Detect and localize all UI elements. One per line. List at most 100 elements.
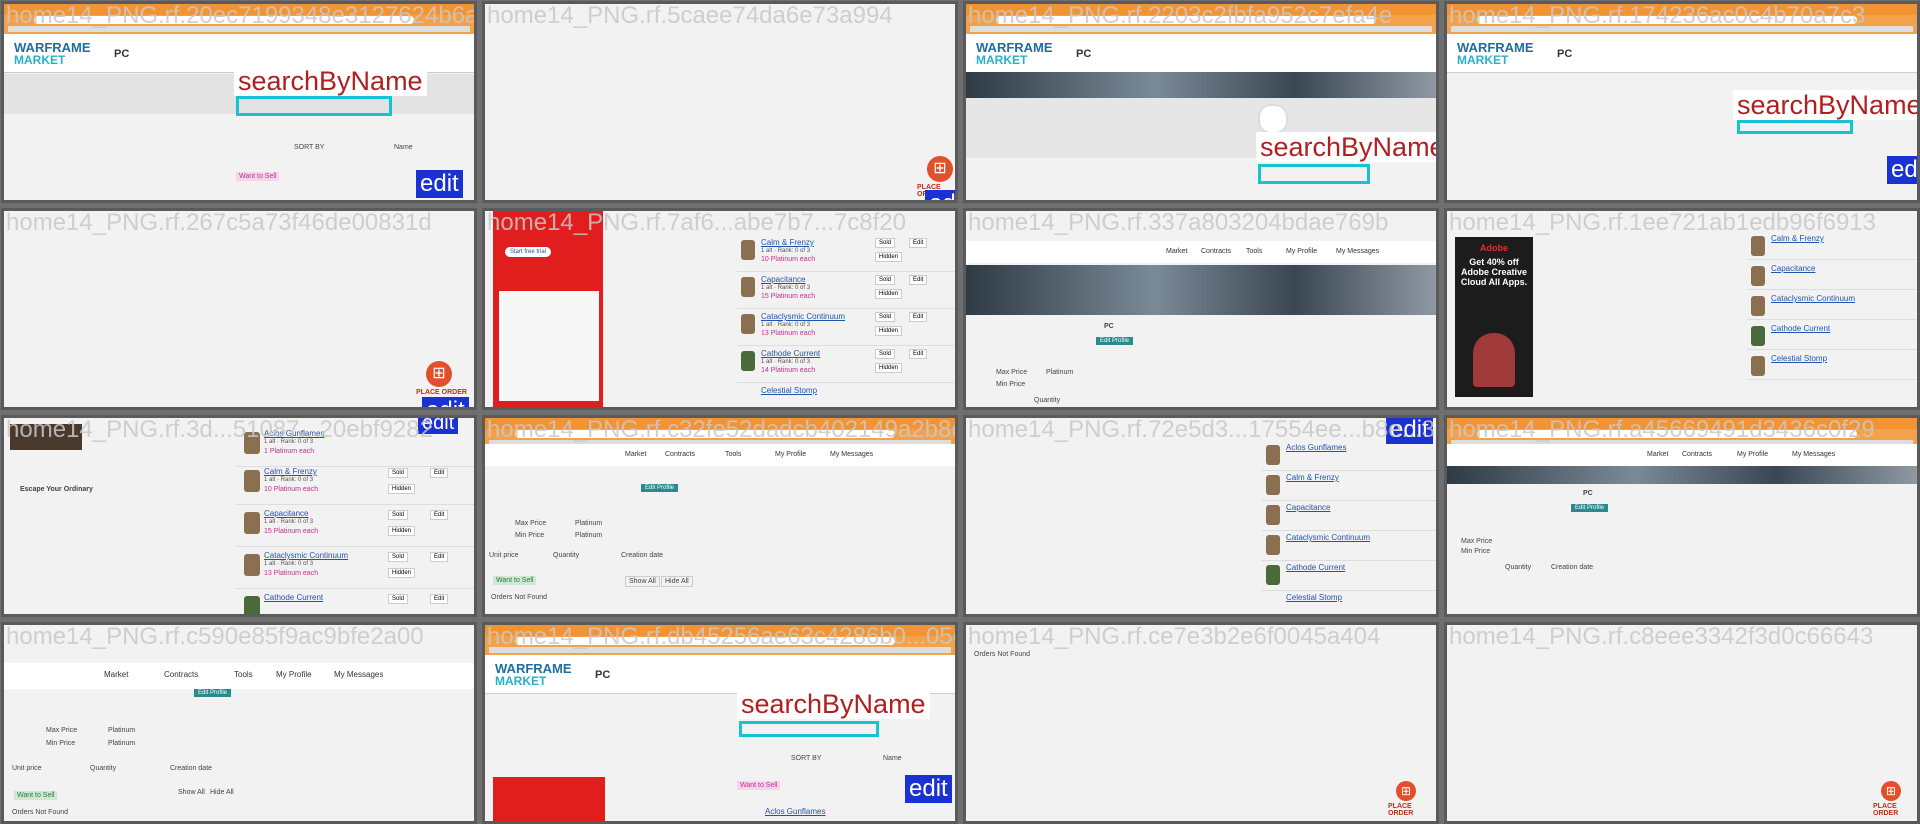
nav-my-profile[interactable]: My Profile — [1286, 248, 1317, 255]
list-item: Cathode Current — [1747, 321, 1917, 350]
sold-button[interactable]: Sold — [388, 552, 409, 562]
warframe-market-logo[interactable]: WARFRAME MARKET — [495, 662, 572, 687]
nav-market[interactable]: Market — [104, 670, 128, 679]
hidden-button[interactable]: Hidden — [875, 363, 903, 373]
site-navbar: Market Contracts Tools My Profile My Mes… — [4, 663, 474, 689]
show-all-button[interactable]: Show All — [178, 789, 205, 796]
edit-button[interactable]: Edit — [430, 594, 449, 604]
nav-tools[interactable]: Tools — [1246, 248, 1262, 255]
list-item: Cathode Current — [1262, 560, 1436, 591]
warframe-market-logo[interactable]: WARFRAME MARKET — [14, 41, 91, 66]
start-free-trial-button[interactable]: Start free trial — [505, 247, 552, 257]
hidden-button[interactable]: Hidden — [875, 289, 903, 299]
edit-button[interactable]: Edit — [909, 238, 928, 248]
nav-contracts[interactable]: Contracts — [1201, 248, 1231, 255]
search-by-name-label: searchByName — [1733, 90, 1917, 120]
edit-profile-button[interactable]: Edit Profile — [194, 689, 232, 697]
sold-button[interactable]: Sold — [875, 238, 896, 248]
nav-market[interactable]: Market — [1647, 451, 1668, 458]
orders-not-found-text: Orders Not Found — [974, 651, 1031, 658]
hidden-button[interactable]: Hidden — [388, 568, 416, 578]
nav-contracts[interactable]: Contracts — [1682, 451, 1712, 458]
sold-button[interactable]: Sold — [875, 275, 896, 285]
nav-my-messages[interactable]: My Messages — [1792, 451, 1835, 458]
edit-label: edit — [1386, 418, 1433, 444]
quantity-header: Quantity — [553, 552, 580, 559]
warframe-market-logo[interactable]: WARFRAME MARKET — [976, 41, 1053, 66]
nav-market[interactable]: Market — [1166, 248, 1187, 255]
place-order-button[interactable]: ⊞ — [1881, 781, 1901, 801]
search-input[interactable] — [739, 721, 879, 737]
list-item: Capacitance — [1747, 261, 1917, 290]
nav-my-profile[interactable]: My Profile — [276, 670, 312, 679]
nav-my-messages[interactable]: My Messages — [830, 451, 873, 458]
place-order-button[interactable]: ⊞ — [927, 156, 953, 182]
want-to-sell-badge: Want to Sell — [493, 576, 537, 585]
nav-my-profile[interactable]: My Profile — [775, 451, 806, 458]
nav-contracts[interactable]: Contracts — [665, 451, 695, 458]
nav-contracts[interactable]: Contracts — [164, 670, 198, 679]
warframe-market-logo[interactable]: WARFRAME MARKET — [1457, 41, 1534, 66]
platform-selector[interactable]: PC — [114, 48, 129, 60]
nav-market[interactable]: Market — [625, 451, 646, 458]
want-to-sell-badge: Want to Sell — [236, 172, 280, 181]
hidden-button[interactable]: Hidden — [875, 326, 903, 336]
platinum-label: Platinum — [108, 740, 136, 747]
platform-label: PC — [1104, 323, 1114, 330]
hide-all-button[interactable]: Hide All — [210, 789, 234, 796]
search-input[interactable] — [1737, 120, 1853, 134]
edit-button[interactable]: Edit — [909, 275, 928, 285]
sort-name-option[interactable]: Name — [394, 144, 413, 151]
tile-7: home14_PNG.rf.337a803204bdae769b Market … — [963, 208, 1439, 410]
nav-tools[interactable]: Tools — [725, 451, 741, 458]
browser-bar — [966, 4, 1436, 34]
ad-banner[interactable]: Start free trial — [493, 211, 603, 407]
platform-selector[interactable]: PC — [1557, 48, 1572, 60]
place-order-label: PLACE ORDER — [416, 389, 467, 396]
list-item: Capacitance — [1262, 500, 1436, 531]
platform-selector[interactable]: PC — [595, 669, 610, 681]
nav-my-profile[interactable]: My Profile — [1737, 451, 1768, 458]
search-input[interactable] — [236, 96, 392, 116]
list-item-name[interactable]: Aclos Gunflames — [765, 807, 825, 816]
hide-all-button[interactable]: Hide All — [661, 576, 693, 587]
edit-profile-button[interactable]: Edit Profile — [641, 484, 679, 492]
adobe-offer: Get 40% off Adobe Creative Cloud All App… — [1460, 257, 1528, 287]
edit-profile-button[interactable]: Edit Profile — [1571, 504, 1609, 512]
hidden-button[interactable]: Hidden — [388, 484, 416, 494]
browser-bar — [4, 4, 474, 34]
avatar — [1258, 104, 1288, 134]
sort-name-option[interactable]: Name — [883, 755, 902, 762]
ad-image[interactable] — [10, 424, 82, 450]
sold-button[interactable]: Sold — [875, 349, 896, 359]
sold-button[interactable]: Sold — [388, 468, 409, 478]
tile-caption: home14_PNG.rf.5caee74da6e73a994 — [487, 2, 893, 29]
edit-button[interactable]: Edit — [909, 312, 928, 322]
edit-button[interactable]: Edit — [430, 552, 449, 562]
edit-button[interactable]: Edit — [430, 468, 449, 478]
edit-button[interactable]: Edit — [909, 349, 928, 359]
adobe-ad[interactable]: Adobe Get 40% off Adobe Creative Cloud A… — [1455, 237, 1533, 397]
platform-label: PC — [1583, 490, 1593, 497]
site-navbar: Market Contracts Tools My Profile My Mes… — [966, 241, 1436, 263]
edit-profile-button[interactable]: Edit Profile — [1096, 337, 1134, 345]
place-order-button[interactable]: ⊞ — [1396, 781, 1416, 801]
nav-my-messages[interactable]: My Messages — [334, 670, 383, 679]
tile-2: home14_PNG.rf.5caee74da6e73a994 ⊞ PLACE … — [482, 1, 958, 203]
show-all-button[interactable]: Show All — [625, 576, 660, 587]
sort-by-label: SORT BY — [294, 144, 325, 151]
nav-my-messages[interactable]: My Messages — [1336, 248, 1379, 255]
sold-button[interactable]: Sold — [388, 594, 409, 604]
max-price-label: Max Price — [1461, 538, 1493, 545]
hidden-button[interactable]: Hidden — [388, 526, 416, 536]
platform-selector[interactable]: PC — [1076, 48, 1091, 60]
sold-button[interactable]: Sold — [388, 510, 409, 520]
sold-button[interactable]: Sold — [875, 312, 896, 322]
hidden-button[interactable]: Hidden — [875, 252, 903, 262]
edit-button[interactable]: Edit — [430, 510, 449, 520]
nav-tools[interactable]: Tools — [234, 670, 253, 679]
place-order-button[interactable]: ⊞ — [426, 361, 452, 387]
search-input[interactable] — [1258, 164, 1370, 184]
screenshot-grid: home14_PNG.rf.20ec7199348e3127624b6a1824… — [0, 0, 1920, 824]
ad-banner[interactable] — [493, 777, 605, 821]
